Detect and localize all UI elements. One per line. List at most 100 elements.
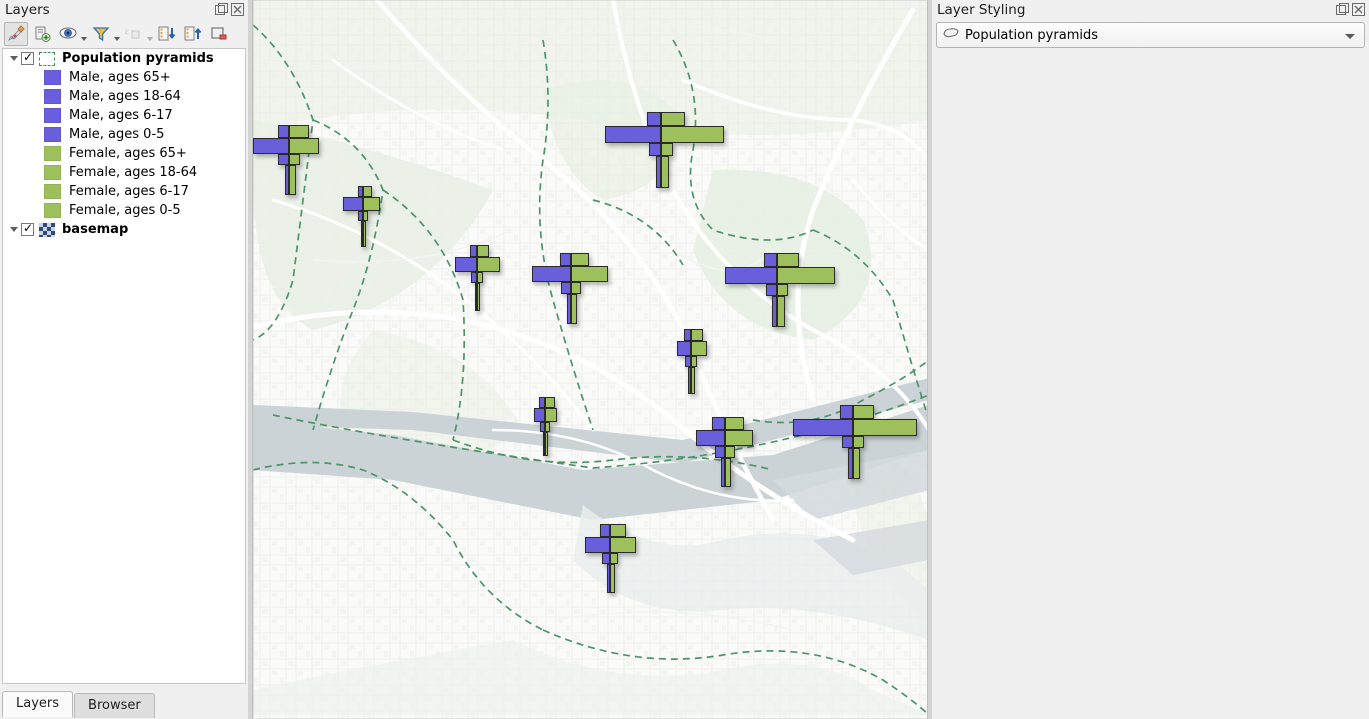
polygon-layer-icon: [39, 52, 55, 66]
chevron-down-icon[interactable]: [1345, 34, 1355, 39]
male-bar: [455, 257, 477, 272]
legend-color-swatch: [44, 203, 61, 218]
legend-item-label: Female, ages 6-17: [69, 184, 189, 199]
add-group-icon[interactable]: [30, 22, 54, 46]
legend-item-label: Male, ages 65+: [69, 70, 171, 85]
legend-color-swatch: [44, 127, 61, 142]
male-bar: [532, 266, 571, 282]
legend-item[interactable]: Male, ages 65+: [3, 68, 245, 87]
male-bar: [842, 436, 853, 448]
legend-item-label: Male, ages 0-5: [69, 127, 164, 142]
female-bar: [363, 186, 372, 197]
female-bar: [853, 448, 860, 479]
female-bar: [477, 245, 489, 257]
female-bar: [545, 432, 548, 456]
styling-panel-title-buttons: [1336, 3, 1365, 16]
female-bar: [289, 154, 300, 165]
female-bar: [289, 165, 296, 195]
layer-tree[interactable]: Population pyramids Male, ages 65+ Male, a…: [2, 48, 246, 684]
male-bar: [278, 125, 289, 138]
layer-visibility-checkbox[interactable]: [21, 52, 34, 65]
close-icon[interactable]: [231, 3, 244, 16]
female-bar: [661, 156, 669, 188]
female-bar: [853, 405, 874, 419]
tab-layers[interactable]: Layers: [2, 691, 73, 717]
female-bar: [477, 257, 500, 272]
female-bar: [477, 272, 483, 283]
female-bar: [610, 564, 615, 593]
female-bar: [777, 296, 785, 327]
legend-color-swatch: [44, 184, 61, 199]
female-bar: [725, 430, 753, 446]
male-bar: [253, 138, 289, 154]
undock-icon[interactable]: [215, 3, 228, 16]
female-bar: [571, 266, 608, 282]
female-bar: [363, 221, 366, 247]
filter-legend-dropdown-arrow[interactable]: [114, 37, 120, 41]
female-bar: [725, 446, 735, 458]
male-bar: [696, 430, 725, 446]
male-bar: [647, 112, 661, 126]
legend-item-label: Female, ages 65+: [69, 146, 187, 161]
male-bar: [715, 446, 725, 458]
female-bar: [571, 294, 577, 324]
female-bar: [691, 329, 703, 341]
tab-browser[interactable]: Browser: [74, 693, 155, 718]
map-canvas[interactable]: [252, 0, 928, 719]
male-bar: [534, 408, 545, 422]
male-bar: [649, 143, 661, 156]
layer-tree-item-population-pyramids[interactable]: Population pyramids: [3, 49, 245, 68]
male-bar: [343, 197, 363, 211]
legend-item[interactable]: Female, ages 0-5: [3, 201, 245, 220]
female-bar: [725, 458, 731, 487]
layer-selector-combo[interactable]: Population pyramids: [936, 22, 1365, 48]
remove-layer-icon[interactable]: [207, 22, 231, 46]
svg-text:ε: ε: [125, 26, 129, 36]
filter-legend-icon[interactable]: [89, 22, 113, 46]
open-layer-styling-panel-icon[interactable]: [4, 22, 28, 46]
female-bar: [571, 282, 581, 294]
expand-collapse-icon[interactable]: [7, 56, 21, 61]
polygon-layer-icon: [943, 27, 959, 43]
basemap-render: [253, 0, 928, 719]
female-bar: [545, 397, 555, 408]
legend-item[interactable]: Female, ages 18-64: [3, 163, 245, 182]
legend-item[interactable]: Male, ages 0-5: [3, 125, 245, 144]
female-bar: [610, 537, 636, 553]
female-bar: [691, 367, 695, 394]
legend-color-swatch: [44, 165, 61, 180]
manage-map-themes-dropdown-arrow[interactable]: [81, 37, 87, 41]
male-bar: [560, 253, 571, 266]
female-bar: [853, 436, 864, 448]
layer-styling-panel: Layer Styling Population pyramids: [932, 0, 1369, 719]
expand-collapse-icon[interactable]: [7, 227, 21, 232]
legend-item[interactable]: Male, ages 6-17: [3, 106, 245, 125]
styling-panel-title-bar: Layer Styling: [932, 0, 1369, 20]
female-bar: [363, 197, 380, 211]
close-icon[interactable]: [1352, 3, 1365, 16]
layer-visibility-checkbox[interactable]: [21, 223, 34, 236]
layers-panel-title-bar: Layers: [0, 0, 248, 20]
filter-legend-expression-dropdown-arrow[interactable]: [147, 37, 153, 41]
legend-item[interactable]: Male, ages 18-64: [3, 87, 245, 106]
manage-map-themes-icon[interactable]: [56, 22, 80, 46]
female-bar: [661, 112, 685, 126]
undock-icon[interactable]: [1336, 3, 1349, 16]
expand-all-icon[interactable]: [155, 22, 179, 46]
male-bar: [840, 405, 853, 419]
collapse-all-icon[interactable]: [181, 22, 205, 46]
layer-tree-item-basemap[interactable]: basemap: [3, 220, 245, 239]
styling-panel-title: Layer Styling: [937, 2, 1025, 18]
female-bar: [571, 253, 589, 266]
female-bar: [545, 422, 550, 432]
layer-selector-value: Population pyramids: [965, 28, 1098, 43]
female-bar: [477, 283, 480, 311]
legend-item[interactable]: Female, ages 65+: [3, 144, 245, 163]
male-bar: [712, 417, 725, 430]
female-bar: [853, 419, 917, 436]
female-bar: [289, 125, 309, 138]
female-bar: [777, 267, 835, 284]
male-bar: [766, 284, 777, 296]
legend-item[interactable]: Female, ages 6-17: [3, 182, 245, 201]
filter-legend-expression-icon[interactable]: ε: [122, 22, 146, 46]
